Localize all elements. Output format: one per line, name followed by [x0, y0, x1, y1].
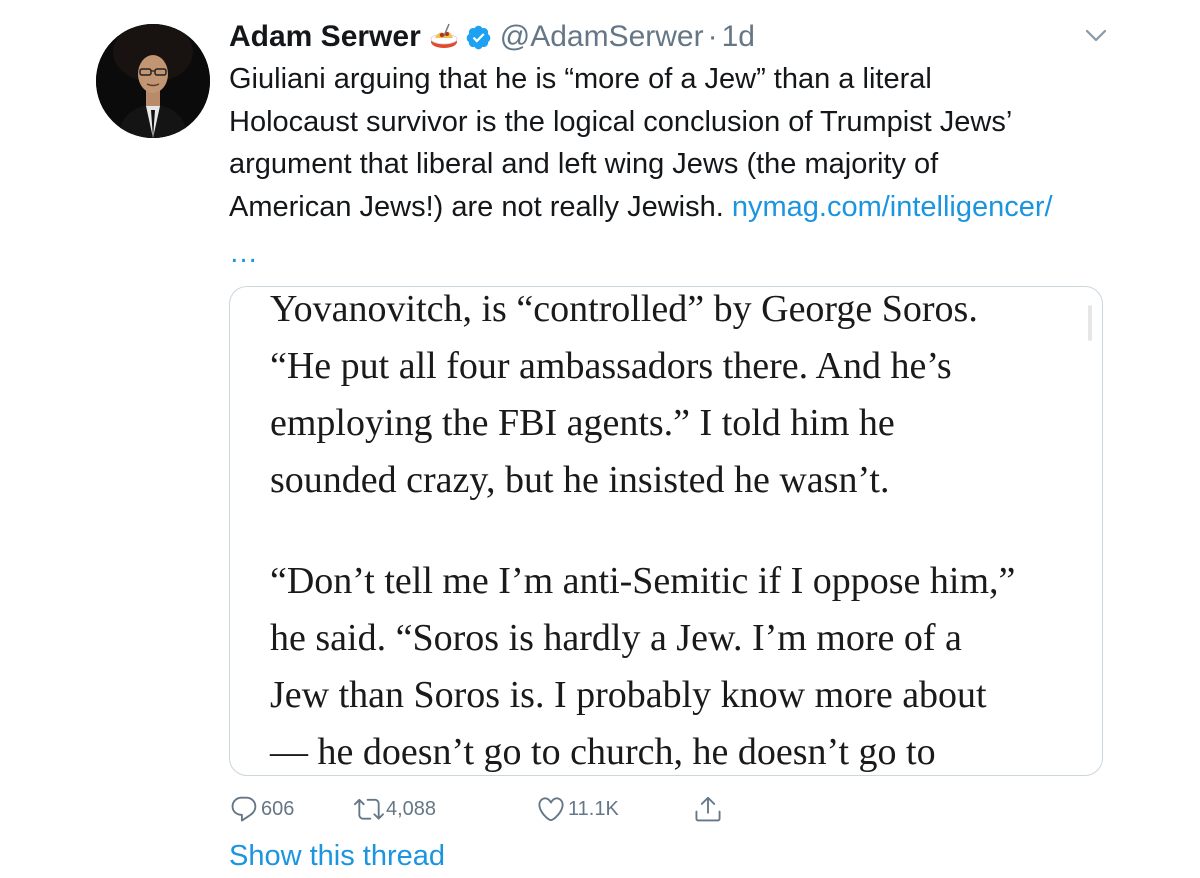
avatar[interactable]: [96, 24, 210, 138]
scrollbar: [1088, 305, 1092, 341]
tweet-text-line: Giuliani arguing that he is “more of a J…: [229, 63, 932, 95]
tweet[interactable]: Adam Serwer @AdamSerwer · 1d Giuliani ar…: [0, 0, 1200, 878]
retweet-icon: [354, 794, 384, 824]
heart-icon: [536, 794, 566, 824]
reply-button[interactable]: 606: [229, 792, 294, 826]
article-paragraph-2: “Don’t tell me I’m anti-Semitic if I opp…: [270, 553, 1016, 775]
show-thread-link[interactable]: Show this thread: [229, 838, 445, 874]
tweet-text-line: Holocaust survivor is the logical conclu…: [229, 105, 1013, 138]
like-count: 11.1K: [568, 797, 619, 820]
reply-icon: [229, 794, 259, 824]
timestamp[interactable]: 1d: [722, 20, 755, 54]
separator-dot: ·: [707, 20, 718, 53]
tweet-text-fragment: American Jews!) are not really Jewish.: [229, 190, 732, 223]
tweet-link[interactable]: nymag.com/intelligencer/: [732, 191, 1053, 223]
article-paragraph-1: Yovanovitch, is “controlled” by George S…: [270, 287, 978, 509]
share-icon: [693, 794, 723, 824]
article-line: Yovanovitch, is “controlled” by George S…: [270, 288, 978, 330]
display-name[interactable]: Adam Serwer: [229, 20, 421, 54]
handle[interactable]: @AdamSerwer: [500, 20, 704, 54]
tweet-actions: 606 4,088 11.1K: [229, 792, 829, 826]
article-line: “He put all four ambassadors there. And …: [270, 345, 952, 387]
chevron-down-icon[interactable]: [1083, 26, 1109, 46]
article-line: — he doesn’t go to church, he doesn’t go…: [270, 731, 936, 773]
retweet-button[interactable]: 4,088: [354, 792, 436, 826]
spaghetti-icon: [429, 22, 459, 52]
like-button[interactable]: 11.1K: [536, 792, 619, 826]
media-card[interactable]: Yovanovitch, is “controlled” by George S…: [229, 286, 1103, 776]
retweet-count: 4,088: [386, 797, 437, 820]
tweet-text-line: American Jews!) are not really Jewish. n…: [229, 186, 1129, 229]
article-line: sounded crazy, but he insisted he wasn’t…: [270, 459, 890, 501]
article-line: Jew than Soros is. I probably know more …: [270, 674, 987, 716]
share-button[interactable]: [693, 792, 723, 826]
tweet-text-line: argument that liberal and left wing Jews…: [229, 148, 939, 180]
article-line: he said. “Soros is hardly a Jew. I’m mor…: [270, 617, 962, 659]
tweet-header: Adam Serwer @AdamSerwer · 1d: [229, 16, 755, 58]
verified-badge-icon: [465, 24, 492, 51]
article-line: employing the FBI agents.” I told him he: [270, 402, 895, 444]
avatar-image: [96, 24, 210, 138]
tweet-link-ellipsis[interactable]: …: [229, 238, 258, 268]
reply-count: 606: [261, 797, 295, 820]
tweet-text: Giuliani arguing that he is “more of a J…: [229, 58, 1129, 228]
article-line: “Don’t tell me I’m anti-Semitic if I opp…: [270, 560, 1016, 602]
